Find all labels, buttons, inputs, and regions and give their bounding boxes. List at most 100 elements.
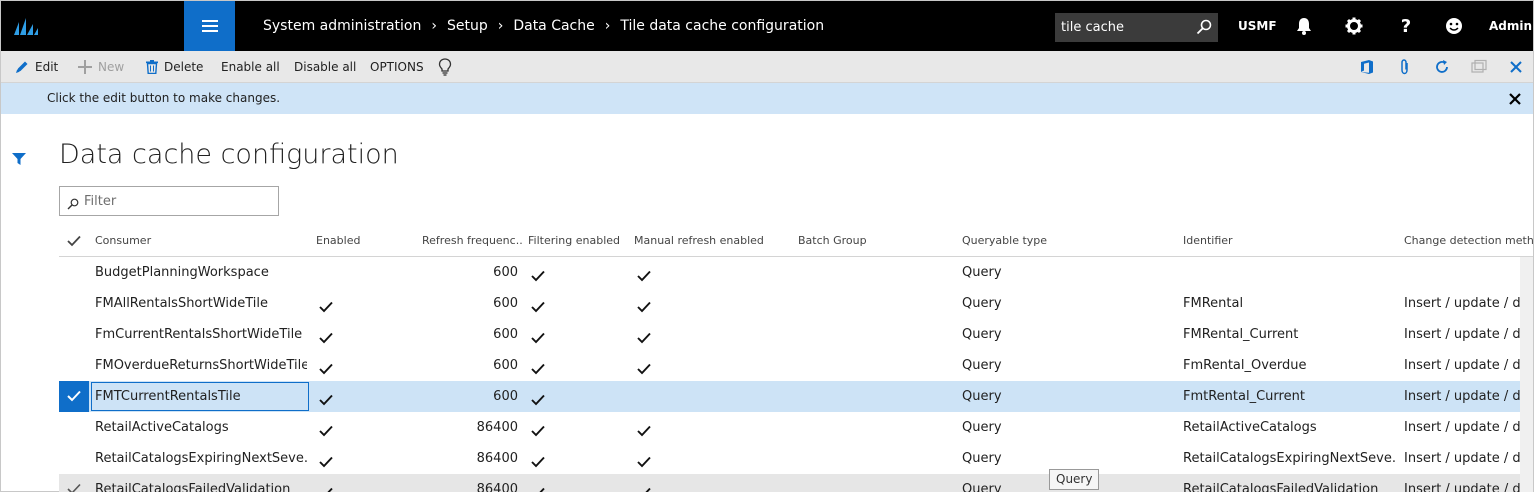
- column-header-consumer[interactable]: Consumer: [95, 225, 305, 257]
- help-question-icon[interactable]: ?: [1396, 16, 1416, 37]
- row-selector[interactable]: [59, 381, 89, 412]
- cell-identifier[interactable]: RetailCatalogsFailedValidation: [1183, 474, 1395, 492]
- table-row[interactable]: RetailCatalogsFailedValidation 86400 Query…: [59, 474, 1533, 492]
- cell-batch-group[interactable]: [798, 412, 958, 443]
- cell-change-detection-method[interactable]: Insert / update / d: [1404, 319, 1533, 350]
- cell-change-detection-method[interactable]: Insert / update / d: [1404, 474, 1533, 492]
- cell-queryable-type[interactable]: Query: [962, 288, 1172, 319]
- settings-gear-icon[interactable]: [1344, 16, 1364, 36]
- select-all-checkmark-icon[interactable]: [67, 235, 81, 247]
- cell-refresh-frequency[interactable]: 600: [422, 381, 518, 412]
- cell-identifier[interactable]: RetailCatalogsExpiringNextSeve...: [1183, 443, 1395, 474]
- navigation-menu-button[interactable]: [184, 1, 235, 51]
- enable-all-button[interactable]: Enable all: [221, 51, 280, 83]
- cell-consumer[interactable]: FMTCurrentRentalsTile: [95, 381, 307, 412]
- cell-identifier[interactable]: FMRental: [1183, 288, 1395, 319]
- office-icon[interactable]: [1359, 59, 1375, 75]
- cell-queryable-type[interactable]: Query: [962, 257, 1172, 288]
- column-header-change-detection-method[interactable]: Change detection method: [1404, 225, 1533, 257]
- feedback-smiley-icon[interactable]: [1444, 16, 1464, 36]
- breadcrumb-item-system-administration[interactable]: System administration: [263, 18, 421, 34]
- cell-batch-group[interactable]: [798, 288, 958, 319]
- cell-change-detection-method[interactable]: Insert / update / d: [1404, 350, 1533, 381]
- row-selector[interactable]: [59, 443, 89, 474]
- close-page-icon[interactable]: [1508, 59, 1524, 75]
- cell-batch-group[interactable]: [798, 443, 958, 474]
- row-selector[interactable]: [59, 412, 89, 443]
- cell-consumer[interactable]: BudgetPlanningWorkspace: [95, 257, 307, 288]
- row-selector[interactable]: [59, 474, 89, 492]
- column-header-filtering-enabled[interactable]: Filtering enabled: [528, 225, 628, 257]
- column-header-manual-refresh-enabled[interactable]: Manual refresh enabled: [634, 225, 794, 257]
- breadcrumb-item-setup[interactable]: Setup: [447, 18, 488, 34]
- cell-consumer[interactable]: RetailCatalogsExpiringNextSeve...: [95, 443, 307, 474]
- dynamics-logo-icon[interactable]: [1, 1, 53, 51]
- cell-consumer[interactable]: FmCurrentRentalsShortWideTile: [95, 319, 307, 350]
- column-header-queryable-type[interactable]: Queryable type: [962, 225, 1172, 257]
- company-picker[interactable]: USMF: [1238, 1, 1277, 51]
- cell-change-detection-method[interactable]: Insert / update / d: [1404, 443, 1533, 474]
- cell-identifier[interactable]: [1183, 257, 1395, 288]
- filter-pane-funnel-icon[interactable]: [11, 151, 27, 170]
- cell-refresh-frequency[interactable]: 600: [422, 350, 518, 381]
- row-selector[interactable]: [59, 350, 89, 381]
- table-row[interactable]: BudgetPlanningWorkspace 600 Query: [59, 257, 1533, 288]
- lightbulb-icon[interactable]: [438, 51, 458, 83]
- table-row[interactable]: FMAllRentalsShortWideTile 600 Query FMRenta…: [59, 288, 1533, 319]
- search-input[interactable]: [1055, 14, 1183, 41]
- open-new-window-icon[interactable]: [1471, 59, 1487, 75]
- column-header-identifier[interactable]: Identifier: [1183, 225, 1393, 257]
- cell-identifier[interactable]: FmRental_Overdue: [1183, 350, 1395, 381]
- message-close-icon[interactable]: [1508, 91, 1522, 110]
- table-row[interactable]: FMTCurrentRentalsTile 600 Query FmtRental_C…: [59, 381, 1533, 412]
- cell-identifier[interactable]: FMRental_Current: [1183, 319, 1395, 350]
- cell-consumer[interactable]: FMAllRentalsShortWideTile: [95, 288, 307, 319]
- refresh-icon[interactable]: [1434, 59, 1450, 75]
- cell-consumer[interactable]: RetailCatalogsFailedValidation: [95, 474, 307, 492]
- cell-queryable-type[interactable]: Query: [962, 319, 1172, 350]
- cell-change-detection-method[interactable]: Insert / update / d: [1404, 412, 1533, 443]
- cell-batch-group[interactable]: [798, 381, 958, 412]
- column-header-enabled[interactable]: Enabled: [316, 225, 416, 257]
- cell-change-detection-method[interactable]: Insert / update / d: [1404, 381, 1533, 412]
- cell-refresh-frequency[interactable]: 86400: [422, 443, 518, 474]
- cell-refresh-frequency[interactable]: 600: [422, 319, 518, 350]
- new-button[interactable]: New: [78, 51, 124, 83]
- cell-identifier[interactable]: RetailActiveCatalogs: [1183, 412, 1395, 443]
- grid-vertical-scrollbar[interactable]: [1520, 257, 1533, 492]
- table-row[interactable]: RetailActiveCatalogs 86400 Query RetailActi…: [59, 412, 1533, 443]
- attachment-paperclip-icon[interactable]: [1397, 59, 1413, 75]
- cell-refresh-frequency[interactable]: 86400: [422, 474, 518, 492]
- table-row[interactable]: FMOverdueReturnsShortWideTile 600 Query FmR…: [59, 350, 1533, 381]
- column-header-refresh-frequency[interactable]: Refresh frequenc...: [422, 225, 522, 257]
- row-selector[interactable]: [59, 257, 89, 288]
- cell-batch-group[interactable]: [798, 257, 958, 288]
- column-header-batch-group[interactable]: Batch Group: [798, 225, 958, 257]
- cell-change-detection-method[interactable]: Insert / update / d: [1404, 288, 1533, 319]
- breadcrumb-item-data-cache[interactable]: Data Cache: [513, 18, 594, 34]
- table-row[interactable]: RetailCatalogsExpiringNextSeve... 86400 Qu…: [59, 443, 1533, 474]
- table-row[interactable]: FmCurrentRentalsShortWideTile 600 Query FMR…: [59, 319, 1533, 350]
- cell-queryable-type[interactable]: Query: [962, 412, 1172, 443]
- cell-queryable-type[interactable]: Query: [962, 381, 1172, 412]
- row-selector[interactable]: [59, 288, 89, 319]
- cell-consumer[interactable]: FMOverdueReturnsShortWideTile: [95, 350, 307, 381]
- cell-refresh-frequency[interactable]: 600: [422, 288, 518, 319]
- row-selector[interactable]: [59, 319, 89, 350]
- filter-input[interactable]: [84, 189, 274, 213]
- edit-button[interactable]: Edit: [15, 51, 58, 83]
- cell-consumer[interactable]: RetailActiveCatalogs: [95, 412, 307, 443]
- cell-queryable-type[interactable]: Query: [962, 350, 1172, 381]
- user-menu[interactable]: Admin: [1489, 1, 1532, 51]
- search-icon[interactable]: [1196, 19, 1212, 39]
- cell-refresh-frequency[interactable]: 600: [422, 257, 518, 288]
- cell-refresh-frequency[interactable]: 86400: [422, 412, 518, 443]
- disable-all-button[interactable]: Disable all: [294, 51, 356, 83]
- cell-batch-group[interactable]: [798, 319, 958, 350]
- notifications-bell-icon[interactable]: [1294, 16, 1314, 36]
- delete-button[interactable]: Delete: [146, 51, 203, 83]
- options-tab[interactable]: OPTIONS: [370, 51, 424, 83]
- cell-identifier[interactable]: FmtRental_Current: [1183, 381, 1395, 412]
- cell-change-detection-method[interactable]: [1404, 257, 1533, 288]
- cell-batch-group[interactable]: [798, 474, 958, 492]
